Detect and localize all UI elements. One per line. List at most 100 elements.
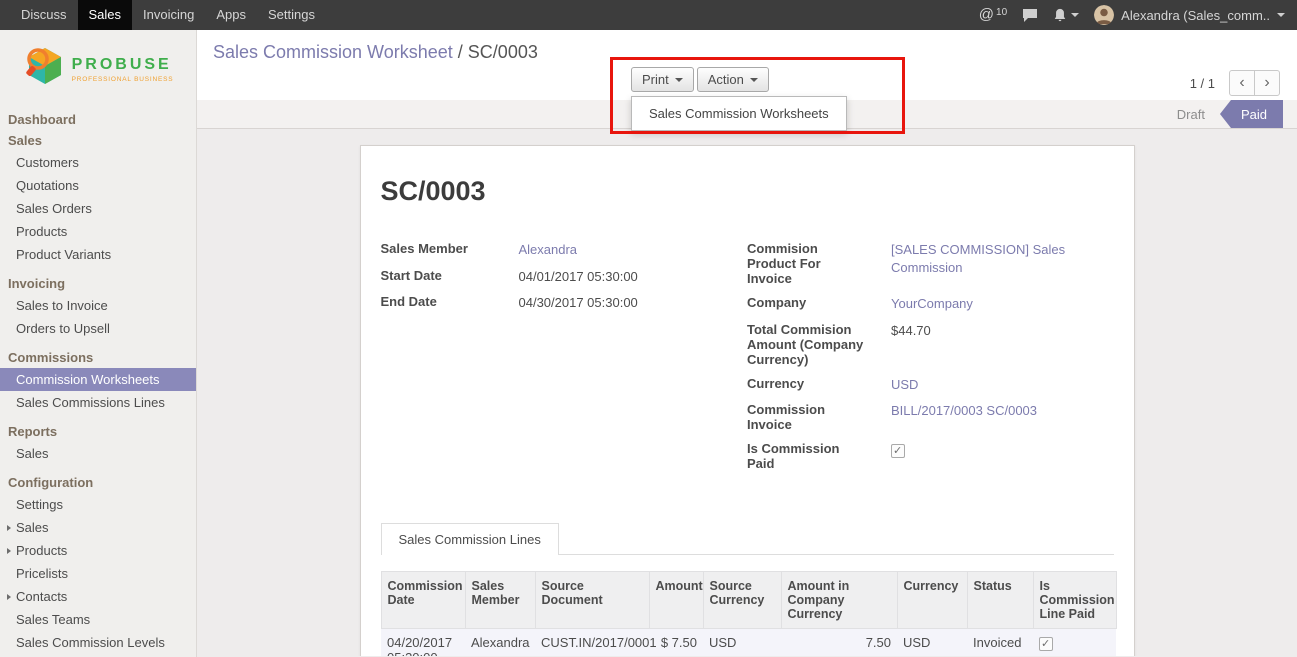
breadcrumb-current: SC/0003 (468, 42, 538, 62)
print-button-label: Print (642, 72, 669, 87)
user-name: Alexandra (Sales_comm.. (1121, 8, 1270, 23)
field-currency: Currency USD (747, 376, 1114, 394)
breadcrumb-parent-link[interactable]: Sales Commission Worksheet (213, 42, 453, 62)
sidebar-item-reports-sales[interactable]: Sales (0, 442, 196, 465)
pager: 1 / 1 ‹ › (1190, 70, 1280, 96)
cell-company-amount: 7.50 (781, 629, 897, 656)
probuse-logo: PROBUSE PROFESSIONAL BUSINESS (0, 30, 196, 107)
avatar (1094, 5, 1114, 25)
field-is-commission-paid: Is Commission Paid (747, 441, 1114, 471)
cell-source-document: CUST.IN/2017/0001 (535, 629, 649, 656)
menu-sales[interactable]: Sales (78, 0, 133, 30)
sidebar-item-config-sales[interactable]: Sales (0, 516, 196, 539)
cell-commission-date: 04/20/2017 05:30:00 (381, 629, 465, 656)
sidebar-item-products[interactable]: Products (0, 220, 196, 243)
sidebar: PROBUSE PROFESSIONAL BUSINESS Dashboard … (0, 30, 197, 657)
cell-status: Invoiced (967, 629, 1033, 656)
end-date-value: 04/30/2017 05:30:00 (519, 294, 638, 312)
print-button[interactable]: Print (631, 67, 694, 92)
breadcrumb: Sales Commission Worksheet / SC/0003 (197, 30, 1297, 63)
column-header-sales-member[interactable]: Sales Member (465, 572, 535, 629)
pager-previous-button[interactable]: ‹ (1229, 70, 1255, 96)
action-button[interactable]: Action (697, 67, 769, 92)
column-header-currency[interactable]: Currency (897, 572, 967, 629)
form-left-column: Sales Member Alexandra Start Date 04/01/… (381, 241, 748, 480)
submenu-arrow-icon (7, 548, 11, 554)
menu-settings[interactable]: Settings (257, 0, 326, 30)
sidebar-item-orders-to-upsell[interactable]: Orders to Upsell (0, 317, 196, 340)
chevron-down-icon (1071, 13, 1079, 17)
column-header-amount[interactable]: Amount (649, 572, 703, 629)
sidebar-item-settings[interactable]: Settings (0, 493, 196, 516)
sidebar-item-sales[interactable]: Sales (0, 130, 196, 151)
sidebar-item-config-products[interactable]: Products (0, 539, 196, 562)
sidebar-item-commission-worksheets[interactable]: Commission Worksheets (0, 368, 196, 391)
action-button-label: Action (708, 72, 744, 87)
column-header-source-document[interactable]: Source Document (535, 572, 649, 629)
commission-invoice-link[interactable]: BILL/2017/0003 SC/0003 (891, 403, 1037, 418)
cell-amount: $ 7.50 (649, 629, 703, 656)
status-paid[interactable]: Paid (1220, 100, 1283, 128)
sidebar-item-sales-teams[interactable]: Sales Teams (0, 608, 196, 631)
dropdown-item-sales-commission-worksheets[interactable]: Sales Commission Worksheets (632, 100, 846, 127)
sidebar-nav: Dashboard Sales Customers Quotations Sal… (0, 107, 196, 654)
field-start-date: Start Date 04/01/2017 05:30:00 (381, 268, 748, 286)
user-menu[interactable]: Alexandra (Sales_comm.. (1094, 5, 1285, 25)
menu-invoicing[interactable]: Invoicing (132, 0, 205, 30)
notifications-icon[interactable] (1053, 8, 1079, 22)
chat-icon[interactable] (1022, 8, 1038, 23)
sidebar-item-contacts[interactable]: Contacts (0, 585, 196, 608)
table-header-row: Commission Date Sales Member Source Docu… (381, 572, 1116, 629)
sidebar-item-sales-commissions-lines[interactable]: Sales Commissions Lines (0, 391, 196, 414)
sidebar-item-sales-orders[interactable]: Sales Orders (0, 197, 196, 220)
sidebar-item-pricelists[interactable]: Pricelists (0, 562, 196, 585)
sidebar-item-quotations[interactable]: Quotations (0, 174, 196, 197)
pager-next-button[interactable]: › (1254, 70, 1280, 96)
submenu-arrow-icon (7, 525, 11, 531)
breadcrumb-separator: / (458, 42, 463, 62)
mention-counter[interactable]: @ 10 (979, 6, 1007, 24)
field-commission-product: Commision Product For Invoice [SALES COM… (747, 241, 1114, 286)
sidebar-section-commissions: Commissions (0, 347, 196, 368)
sidebar-item-sales-commission-levels[interactable]: Sales Commission Levels (0, 631, 196, 654)
field-sales-member: Sales Member Alexandra (381, 241, 748, 259)
content-area: SC/0003 Sales Member Alexandra Start Dat… (197, 129, 1297, 656)
column-header-commission-date[interactable]: Commission Date (381, 572, 465, 629)
cell-currency: USD (897, 629, 967, 656)
tab-sales-commission-lines[interactable]: Sales Commission Lines (381, 523, 559, 555)
field-end-date: End Date 04/30/2017 05:30:00 (381, 294, 748, 312)
column-header-amount-company-currency[interactable]: Amount in Company Currency (781, 572, 897, 629)
submenu-arrow-icon (7, 594, 11, 600)
column-header-is-commission-line-paid[interactable]: Is Commission Line Paid (1033, 572, 1116, 629)
pager-value: 1 / 1 (1190, 76, 1215, 91)
form-fields: Sales Member Alexandra Start Date 04/01/… (381, 241, 1114, 480)
company-link[interactable]: YourCompany (891, 296, 973, 311)
currency-link[interactable]: USD (891, 377, 918, 392)
column-header-source-currency[interactable]: Source Currency (703, 572, 781, 629)
column-header-status[interactable]: Status (967, 572, 1033, 629)
sidebar-item-customers[interactable]: Customers (0, 151, 196, 174)
print-dropdown-menu: Sales Commission Worksheets (631, 96, 847, 131)
table-row[interactable]: 04/20/2017 05:30:00 Alexandra CUST.IN/20… (381, 629, 1116, 656)
field-label: Commission Invoice (747, 402, 865, 432)
sales-member-link[interactable]: Alexandra (519, 242, 578, 257)
control-panel-buttons: Print Action (631, 67, 769, 92)
sidebar-item-label: Contacts (16, 589, 67, 604)
menu-apps[interactable]: Apps (205, 0, 257, 30)
commission-product-link[interactable]: [SALES COMMISSION] Sales Commission (891, 242, 1065, 275)
chevron-down-icon (750, 78, 758, 82)
record-title: SC/0003 (381, 176, 1114, 207)
sidebar-item-dashboard[interactable]: Dashboard (0, 109, 196, 130)
field-label: Currency (747, 376, 865, 391)
status-draft[interactable]: Draft (1162, 100, 1220, 128)
is-commission-paid-checkbox (891, 444, 905, 458)
mention-icon: @ (979, 6, 994, 24)
sidebar-item-product-variants[interactable]: Product Variants (0, 243, 196, 266)
field-label: Commision Product For Invoice (747, 241, 865, 286)
total-commission-amount-value: $44.70 (891, 322, 1105, 340)
sidebar-item-sales-to-invoice[interactable]: Sales to Invoice (0, 294, 196, 317)
systray: @ 10 Alexandra (Sales_comm.. (979, 5, 1297, 25)
sidebar-section-configuration: Configuration (0, 472, 196, 493)
menu-discuss[interactable]: Discuss (10, 0, 78, 30)
sidebar-item-label: Sales (16, 520, 49, 535)
